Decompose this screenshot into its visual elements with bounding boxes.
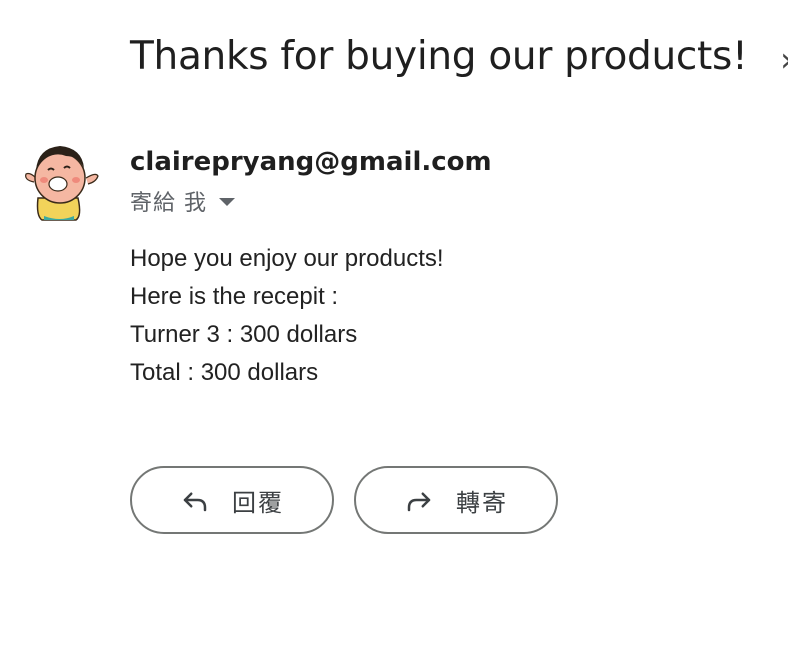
body-line: Here is the recepit : (130, 283, 339, 310)
forward-button[interactable]: 轉寄 (354, 466, 558, 534)
body-line: Turner 3 : 300 dollars (130, 321, 358, 348)
reply-label: 回覆 (232, 488, 284, 517)
avatar[interactable] (20, 140, 100, 224)
forward-arrow-icon (407, 492, 431, 512)
recipient-label: 寄給 我 (130, 191, 207, 216)
recipient-details-toggle[interactable]: 寄給 我 (130, 186, 235, 216)
body-line: Hope you enjoy our products! (130, 245, 444, 272)
reply-button[interactable]: 回覆 (130, 466, 334, 534)
body-line: Total : 300 dollars (130, 359, 319, 386)
subject-trailing-glyph[interactable]: › (780, 40, 788, 80)
email-subject: Thanks for buying our products! (130, 34, 748, 79)
sender-email[interactable]: clairepryang@gmail.com (130, 145, 492, 179)
forward-label: 轉寄 (456, 488, 508, 517)
caret-down-icon[interactable] (219, 198, 235, 206)
cartoon-avatar-icon (25, 146, 99, 221)
reply-arrow-icon (183, 492, 207, 512)
email-body: Hope you enjoy our products! Here is the… (130, 240, 444, 392)
